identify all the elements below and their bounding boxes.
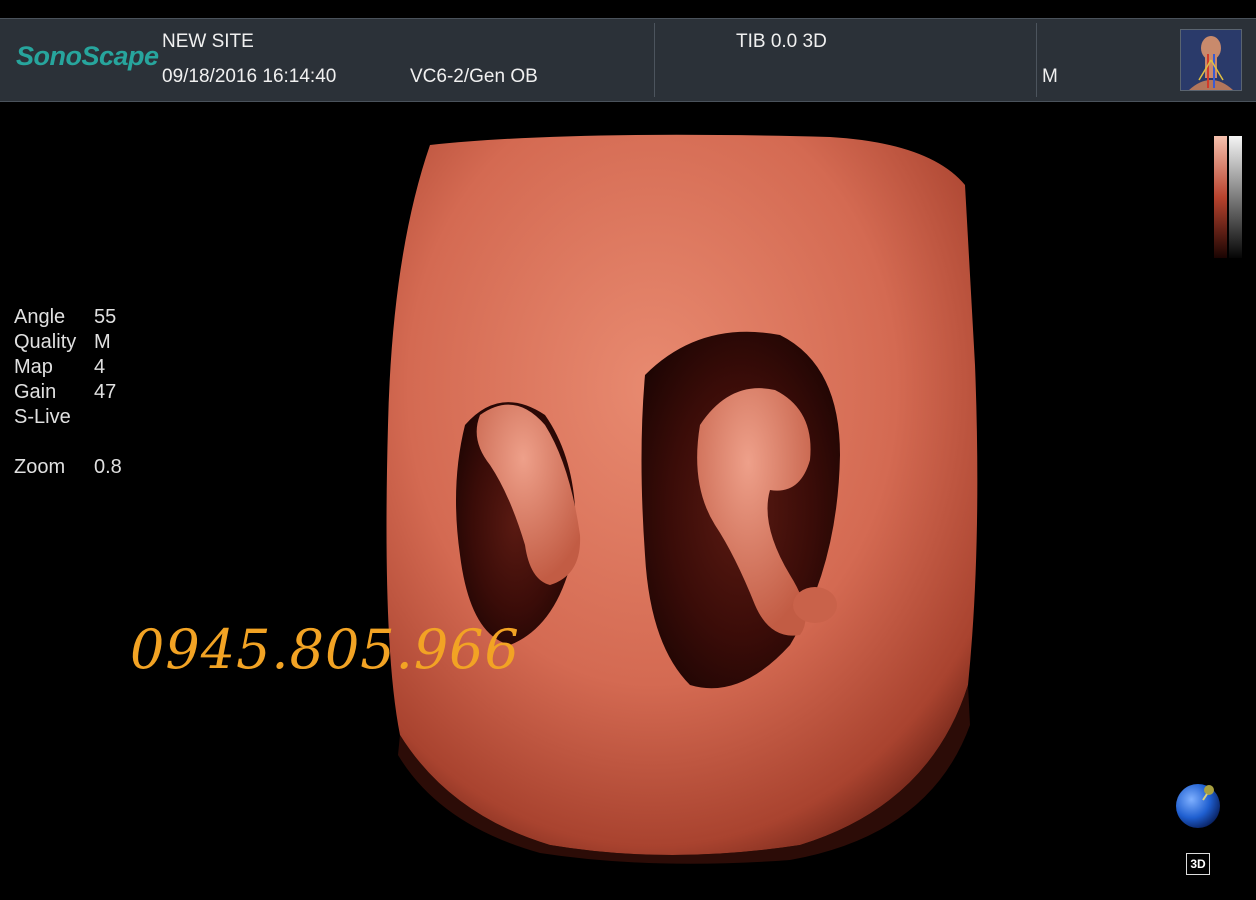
param-row: Map 4	[14, 355, 122, 380]
param-value: 0.8	[94, 456, 122, 478]
param-label: Map	[14, 356, 53, 378]
param-label: S-Live	[14, 406, 71, 428]
3d-mode-badge[interactable]: 3D	[1186, 853, 1210, 875]
watermark-phone-number: 0945.805.966	[130, 618, 520, 681]
3d-render-viewport[interactable]	[370, 125, 990, 865]
site-label: NEW SITE	[162, 31, 254, 52]
param-value: 55	[94, 306, 117, 328]
param-row: S-Live	[14, 405, 122, 430]
param-row: Quality M	[14, 330, 122, 355]
brand-logo: SonoScape	[16, 41, 159, 71]
anatomy-thumbnail-icon[interactable]	[1180, 29, 1242, 91]
param-row: Angle 55	[14, 305, 122, 330]
datetime-label: 09/18/2016 16:14:40	[162, 66, 337, 87]
param-label	[14, 430, 94, 455]
param-value: 47	[94, 381, 117, 403]
param-label: Gain	[14, 381, 57, 403]
param-row: Gain 47	[14, 380, 122, 405]
param-label: Angle	[14, 306, 66, 328]
header-bar: SonoScape NEW SITE 09/18/2016 16:14:40 V…	[0, 18, 1256, 102]
param-row: Zoom 0.8	[14, 455, 122, 480]
param-spacer	[14, 430, 122, 455]
tib-mode-label: TIB 0.0 3D	[736, 31, 827, 52]
imaging-parameters: Angle 55 Quality M Map 4 Gain 47 S-Live Zoom…	[14, 305, 122, 480]
probe-preset-label: VC6-2/Gen OB	[410, 66, 538, 87]
param-label: Zoom	[14, 456, 66, 478]
color-map-red	[1214, 136, 1227, 258]
header-divider	[654, 23, 655, 97]
param-value: 4	[94, 356, 106, 378]
header-divider	[1036, 23, 1037, 97]
orientation-sphere-icon[interactable]	[1174, 780, 1226, 832]
color-map-gray	[1229, 136, 1242, 258]
mode-letter: M	[1042, 66, 1058, 87]
param-label: Quality	[14, 331, 77, 353]
yolk-sac	[793, 587, 837, 623]
color-map-bar	[1214, 136, 1242, 258]
param-value: M	[94, 331, 111, 353]
